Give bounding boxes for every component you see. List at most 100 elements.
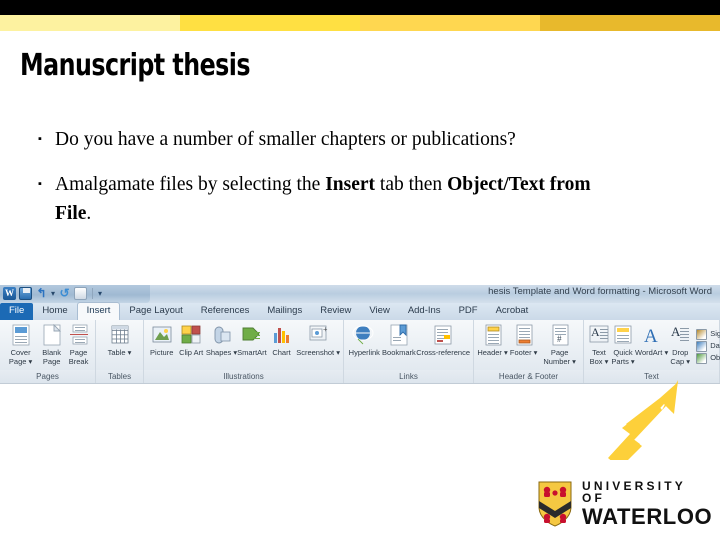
ribbon-button-quick-parts[interactable]: Quick Parts ▾: [611, 320, 635, 366]
ribbon-button-text-box[interactable]: A Text Box ▾: [587, 320, 611, 366]
ribbon-tab-strip[interactable]: File Home Insert Page Layout References Maili…: [0, 302, 720, 320]
ribbon-button-label: SmartArt: [237, 348, 267, 357]
ribbon-button-label: Shapes ▾: [205, 348, 238, 357]
save-icon[interactable]: [19, 287, 32, 300]
ribbon-button-page-break[interactable]: Page Break: [65, 320, 92, 366]
ribbon-tab-insert[interactable]: Insert: [76, 302, 121, 320]
university-of-waterloo-logo: UNIVERSITY OF WATERLOO: [538, 478, 712, 530]
ribbon-button-label: Object ▾: [710, 353, 720, 362]
page-title: Manuscript thesis: [20, 48, 251, 83]
print-preview-icon[interactable]: [74, 287, 88, 300]
drop-cap-icon: A: [668, 323, 692, 347]
ribbon-button-label: WordArt ▾: [635, 348, 669, 357]
page-number-icon: #: [548, 323, 572, 347]
ribbon-button-label: Picture: [150, 348, 174, 357]
ribbon-button-label: Blank Page: [42, 348, 62, 366]
ribbon-button-date-time[interactable]: Date & Time: [696, 340, 720, 352]
chart-icon: [269, 323, 293, 347]
ribbon-group-header-footer: Header ▾ Footer ▾ # Page Number ▾: [474, 320, 584, 370]
top-accent-bar: [0, 15, 720, 31]
ribbon-group-tables: Table ▾: [96, 320, 144, 370]
ribbon-tab-review[interactable]: Review: [311, 303, 360, 320]
undo-icon[interactable]: ↰: [35, 287, 48, 300]
ribbon-content[interactable]: Cover Page ▾ Blank Page Page Break Table ▾ P…: [0, 320, 720, 371]
signature-line-icon: [696, 328, 708, 340]
ribbon-button-hyperlink[interactable]: Hyperlink: [347, 320, 382, 358]
callout-arrow-icon: [608, 380, 678, 460]
ribbon-group-label-text: Text: [584, 370, 720, 383]
clip-art-icon: [179, 323, 203, 347]
word-title-bar: W ↰ ▾ ↺ ▾ hesis Template and Word format…: [0, 285, 720, 303]
ribbon-group-label-header-footer: Header & Footer: [474, 370, 584, 383]
page-break-icon: [67, 323, 91, 347]
ribbon-button-label: Bookmark: [382, 348, 416, 357]
bullet-text: Do you have a number of smaller chapters…: [55, 125, 598, 154]
waterloo-shield-icon: [538, 481, 572, 527]
ribbon-tab-references[interactable]: References: [192, 303, 259, 320]
customize-qat-icon[interactable]: ▾: [98, 287, 102, 300]
ribbon-button-label: Chart: [272, 348, 291, 357]
table-icon: [108, 323, 132, 347]
ribbon-button-picture[interactable]: Picture: [147, 320, 176, 358]
bullet-marker-icon: ▪: [38, 178, 42, 190]
redo-icon[interactable]: ↺: [58, 287, 71, 300]
blank-page-icon: [40, 323, 64, 347]
ribbon-tab-add-ins[interactable]: Add-Ins: [399, 303, 450, 320]
ribbon-tab-acrobat[interactable]: Acrobat: [487, 303, 538, 320]
ribbon-button-wordart[interactable]: A WordArt ▾: [635, 320, 668, 358]
bullet-list: ▪ Do you have a number of smaller chapte…: [38, 125, 598, 244]
qat-divider: [92, 288, 94, 299]
ribbon-button-clip-art[interactable]: Clip Art: [176, 320, 205, 358]
ribbon-button-label: Signature Line ▾: [710, 329, 720, 338]
ribbon-button-bookmark[interactable]: Bookmark: [382, 320, 417, 358]
ribbon-button-label: Text Box ▾: [589, 348, 609, 366]
ribbon-tab-mailings[interactable]: Mailings: [258, 303, 311, 320]
undo-dropdown-icon[interactable]: ▾: [51, 287, 55, 300]
waterloo-wordmark: UNIVERSITY OF WATERLOO: [582, 480, 712, 528]
list-item: ▪ Amalgamate files by selecting the Inse…: [38, 170, 598, 228]
object-icon: [696, 352, 708, 364]
svg-text:A: A: [671, 324, 681, 339]
cover-page-icon: [9, 323, 33, 347]
wordmark-line-1: UNIVERSITY OF: [582, 479, 686, 505]
ribbon-group-text: A Text Box ▾ Quick Parts ▾ A WordArt ▾ A Drop …: [584, 320, 720, 370]
ribbon-button-label: Screenshot ▾: [296, 348, 340, 357]
ribbon-button-signature-line[interactable]: Signature Line ▾: [696, 328, 720, 340]
word-app-icon[interactable]: W: [3, 287, 16, 300]
accent-segment-3: [360, 15, 540, 31]
bullet-marker-icon: ▪: [38, 133, 42, 145]
ribbon-button-label: Hyperlink: [348, 348, 380, 357]
ribbon-button-header[interactable]: Header ▾: [477, 320, 508, 358]
ribbon-button-screenshot[interactable]: + Screenshot ▾: [296, 320, 340, 358]
ribbon-tab-view[interactable]: View: [360, 303, 398, 320]
ribbon-button-page-number[interactable]: # Page Number ▾: [539, 320, 580, 366]
wordmark-line-2: WATERLOO: [582, 504, 713, 529]
text-run: .: [86, 203, 92, 224]
text-run: tab then: [375, 174, 448, 195]
ribbon-button-blank-page[interactable]: Blank Page: [38, 320, 65, 366]
ribbon-button-footer[interactable]: Footer ▾: [508, 320, 539, 358]
word-document-title: hesis Template and Word formatting - Mic…: [488, 286, 712, 297]
text-run: Do you have a number of smaller chapters…: [55, 129, 516, 150]
ribbon-button-label: Cross-reference: [416, 348, 470, 357]
ribbon-button-smartart[interactable]: SmartArt: [237, 320, 267, 358]
ribbon-group-illustrations: Picture Clip Art Shapes ▾ SmartArt Chart + Scr…: [144, 320, 344, 370]
ribbon-button-chart[interactable]: Chart: [267, 320, 296, 358]
ribbon-button-label: Page Number ▾: [543, 348, 576, 366]
ribbon-tab-pdf[interactable]: PDF: [450, 303, 487, 320]
quick-access-toolbar[interactable]: W ↰ ▾ ↺ ▾: [3, 287, 102, 300]
ribbon-button-cover-page[interactable]: Cover Page ▾: [3, 320, 38, 366]
ribbon-button-object[interactable]: Object ▾: [696, 352, 720, 364]
ribbon-tab-home[interactable]: Home: [33, 303, 76, 320]
shapes-icon: [210, 323, 234, 347]
ribbon-button-cross-reference[interactable]: Cross-reference: [416, 320, 470, 358]
ribbon-button-drop-cap[interactable]: A Drop Cap ▾: [668, 320, 692, 366]
ribbon-group-label-illustrations: Illustrations: [144, 370, 344, 383]
accent-segment-4: [540, 15, 720, 31]
ribbon-button-table[interactable]: Table ▾: [99, 320, 140, 358]
ribbon-tab-file[interactable]: File: [0, 303, 34, 320]
footer-icon: [512, 323, 536, 347]
svg-text:A: A: [644, 326, 658, 347]
ribbon-tab-page-layout[interactable]: Page Layout: [120, 303, 191, 320]
ribbon-button-shapes[interactable]: Shapes ▾: [206, 320, 237, 358]
